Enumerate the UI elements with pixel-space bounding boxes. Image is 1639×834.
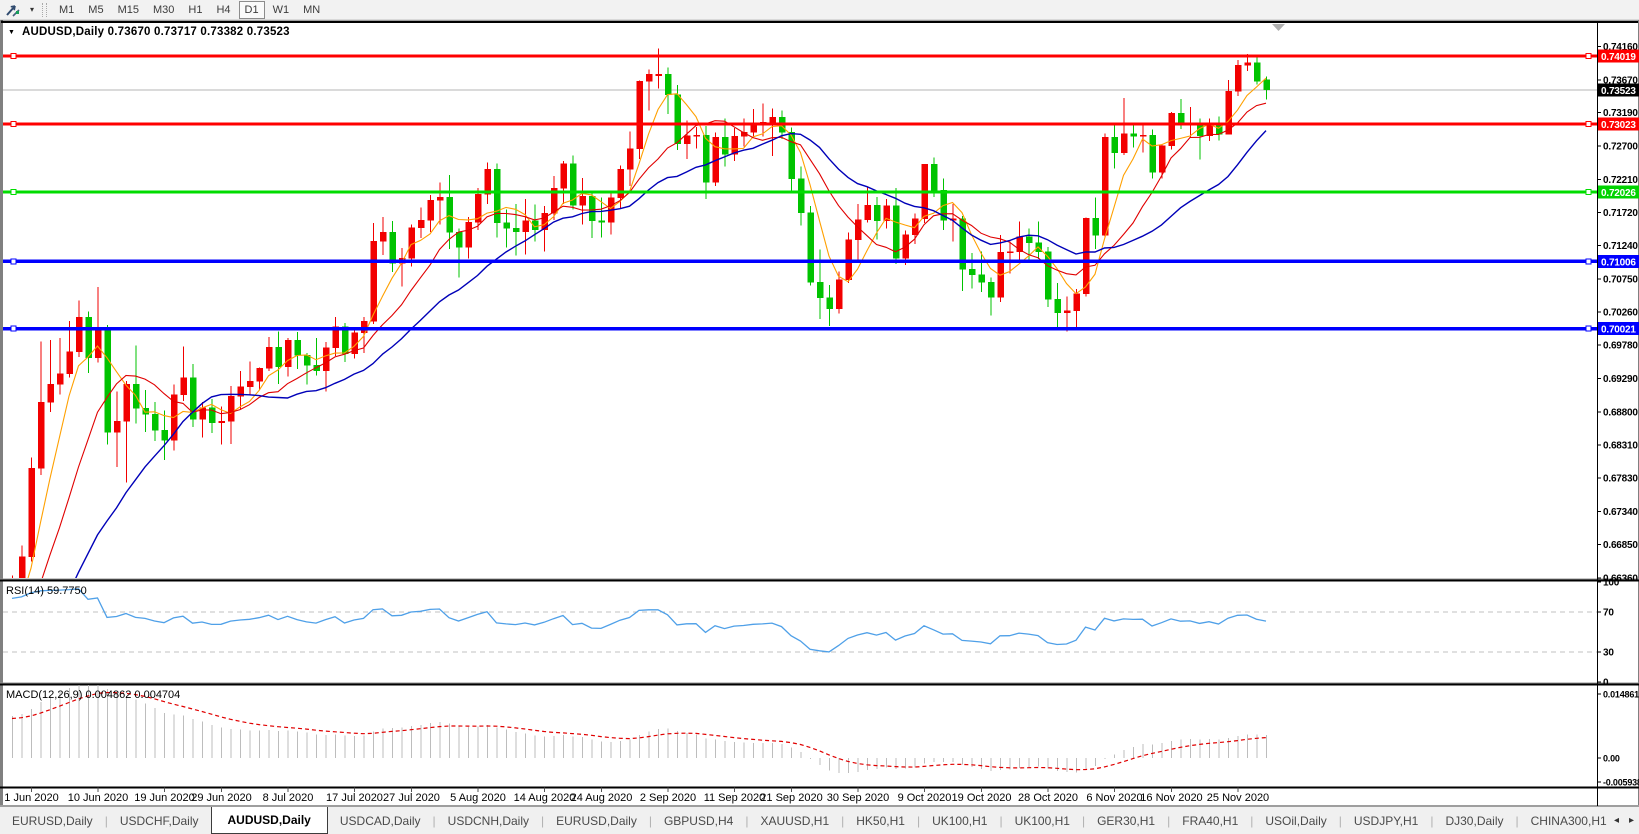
tab-scroll-right-icon[interactable]: ▸	[1624, 815, 1639, 826]
svg-text:0.67340: 0.67340	[1603, 507, 1638, 518]
chart-title: ▼ AUDUSD,Daily 0.73670 0.73717 0.73382 0.…	[8, 26, 290, 38]
price-label-0.73523: 0.73523	[1598, 83, 1639, 97]
chart-tab-USOil-Daily[interactable]: USOil,Daily	[1253, 808, 1338, 834]
chart-tab-GBPUSD-H4[interactable]: GBPUSD,H4	[652, 808, 745, 834]
timeframe-button-M5[interactable]: M5	[82, 1, 109, 19]
svg-text:0.00: 0.00	[1603, 754, 1620, 764]
svg-text:0.68310: 0.68310	[1603, 441, 1638, 452]
svg-text:0.67830: 0.67830	[1603, 473, 1638, 484]
svg-text:14 Aug 2020: 14 Aug 2020	[514, 792, 576, 804]
chart-tab-USDCHF-Daily[interactable]: USDCHF,Daily	[108, 808, 211, 834]
timeframe-button-MN[interactable]: MN	[297, 1, 326, 19]
chart-tab-GER30-H1[interactable]: GER30,H1	[1085, 808, 1167, 834]
timeframe-button-M30[interactable]: M30	[147, 1, 180, 19]
svg-text:0.72210: 0.72210	[1603, 175, 1638, 186]
chart-background	[0, 20, 1639, 806]
svg-text:29 Jun 2020: 29 Jun 2020	[191, 792, 252, 804]
chart-tab-UK100-H1[interactable]: UK100,H1	[920, 808, 999, 834]
svg-text:21 Sep 2020: 21 Sep 2020	[760, 792, 822, 804]
svg-text:8 Jul 2020: 8 Jul 2020	[263, 792, 314, 804]
chart-tab-USDJPY-H1[interactable]: USDJPY,H1	[1342, 808, 1430, 834]
svg-text:17 Jul 2020: 17 Jul 2020	[326, 792, 383, 804]
svg-text:19 Oct 2020: 19 Oct 2020	[952, 792, 1012, 804]
chart-tab-FRA40-H1[interactable]: FRA40,H1	[1170, 808, 1250, 834]
tab-scroll-left-icon[interactable]: ◂	[1609, 815, 1624, 826]
svg-text:30: 30	[1603, 648, 1614, 659]
svg-text:24 Aug 2020: 24 Aug 2020	[571, 792, 633, 804]
svg-text:2 Sep 2020: 2 Sep 2020	[640, 792, 696, 804]
timeframe-button-M15[interactable]: M15	[112, 1, 145, 19]
svg-text:0.70750: 0.70750	[1603, 274, 1638, 285]
chart-mode-icon[interactable]	[2, 1, 26, 19]
svg-text:0.014861: 0.014861	[1603, 689, 1639, 699]
svg-text:0.66850: 0.66850	[1603, 540, 1638, 551]
chart-tab-UK100-H1[interactable]: UK100,H1	[1003, 808, 1082, 834]
svg-text:0.70260: 0.70260	[1603, 308, 1638, 319]
svg-text:0.72700: 0.72700	[1603, 141, 1638, 152]
chart-mode-dropdown-icon[interactable]: ▾	[26, 5, 38, 14]
svg-text:0.69780: 0.69780	[1603, 340, 1638, 351]
svg-text:1 Jun 2020: 1 Jun 2020	[4, 792, 58, 804]
horizontal-line-0.70021[interactable]	[3, 326, 1597, 331]
timeframe-button-W1[interactable]: W1	[267, 1, 296, 19]
svg-text:27 Jul 2020: 27 Jul 2020	[383, 792, 440, 804]
chart-tab-USDCAD-Daily[interactable]: USDCAD,Daily	[328, 808, 433, 834]
chart-tab-DJ30-Daily[interactable]: DJ30,Daily	[1433, 808, 1515, 834]
svg-text:0.71720: 0.71720	[1603, 208, 1638, 219]
svg-text:0.70021: 0.70021	[1601, 325, 1636, 336]
chart-tab-HK50-H1[interactable]: HK50,H1	[844, 808, 917, 834]
toolbar-grip[interactable]	[42, 3, 47, 17]
svg-text:0.68800: 0.68800	[1603, 407, 1638, 418]
svg-text:AUDUSD,Daily 0.73670 0.7371: AUDUSD,Daily 0.73670 0.73717 0.73382 0.7…	[22, 26, 290, 38]
svg-text:0.71006: 0.71006	[1601, 257, 1636, 268]
chart-canvas[interactable]: ▼ AUDUSD,Daily 0.73670 0.73717 0.73382 0.…	[0, 20, 1639, 806]
svg-text:16 Nov 2020: 16 Nov 2020	[1140, 792, 1202, 804]
svg-text:0.73023: 0.73023	[1601, 120, 1636, 131]
chart-tab-EURUSD-Daily[interactable]: EURUSD,Daily	[544, 808, 649, 834]
price-label-0.72026: 0.72026	[1598, 185, 1639, 199]
svg-text:0.73523: 0.73523	[1601, 86, 1636, 97]
chart-tab-CHINA300-H1[interactable]: CHINA300,H1	[1519, 808, 1609, 834]
svg-text:30 Sep 2020: 30 Sep 2020	[827, 792, 889, 804]
chart-tab-AUDUSD-Daily[interactable]: AUDUSD,Daily	[211, 807, 328, 834]
price-label-0.74019: 0.74019	[1598, 50, 1639, 64]
svg-text:0.73190: 0.73190	[1603, 108, 1638, 119]
price-label-0.70021: 0.70021	[1598, 322, 1639, 336]
collapse-icon: ▼	[8, 29, 15, 36]
svg-text:11 Sep 2020: 11 Sep 2020	[704, 792, 766, 804]
svg-text:0.71240: 0.71240	[1603, 241, 1638, 252]
svg-text:0: 0	[1603, 678, 1609, 689]
timeframe-button-D1[interactable]: D1	[239, 1, 265, 19]
svg-text:28 Oct 2020: 28 Oct 2020	[1018, 792, 1078, 804]
svg-text:0.74019: 0.74019	[1601, 52, 1636, 63]
chart-tab-XAUUSD-H1[interactable]: XAUUSD,H1	[748, 808, 841, 834]
svg-text:70: 70	[1603, 608, 1614, 619]
timeframe-button-H4[interactable]: H4	[210, 1, 236, 19]
svg-text:100: 100	[1603, 578, 1620, 589]
price-label-0.71006: 0.71006	[1598, 255, 1639, 268]
svg-text:19 Jun 2020: 19 Jun 2020	[134, 792, 195, 804]
timeframe-button-H1[interactable]: H1	[182, 1, 208, 19]
chart-tabbar: EURUSD,Daily|USDCHF,DailyAUDUSD,DailyUSD…	[0, 806, 1639, 834]
chart-tab-USDCNH-Daily[interactable]: USDCNH,Daily	[436, 808, 541, 834]
svg-text:0.72026: 0.72026	[1601, 188, 1636, 199]
timeframe-button-M1[interactable]: M1	[53, 1, 80, 19]
svg-text:25 Nov 2020: 25 Nov 2020	[1207, 792, 1269, 804]
chart-tab-EURUSD-Daily[interactable]: EURUSD,Daily	[0, 808, 105, 834]
price-label-0.73023: 0.73023	[1598, 117, 1639, 131]
rsi-label: RSI(14) 59.7750	[6, 585, 87, 597]
macd-label: MACD(12,26,9) 0.004862 0.004704	[6, 689, 180, 701]
svg-text:6 Nov 2020: 6 Nov 2020	[1086, 792, 1142, 804]
svg-text:5 Aug 2020: 5 Aug 2020	[450, 792, 506, 804]
svg-text:-0.005938: -0.005938	[1603, 778, 1639, 788]
svg-text:0.69290: 0.69290	[1603, 374, 1638, 385]
timeframe-toolbar: ▾ M1M5M15M30H1H4D1W1MN	[0, 0, 1639, 20]
svg-text:9 Oct 2020: 9 Oct 2020	[898, 792, 952, 804]
mt4-window: ▾ M1M5M15M30H1H4D1W1MN ▼ AUDUSD,Daily 0.7…	[0, 0, 1639, 834]
svg-text:10 Jun 2020: 10 Jun 2020	[68, 792, 129, 804]
